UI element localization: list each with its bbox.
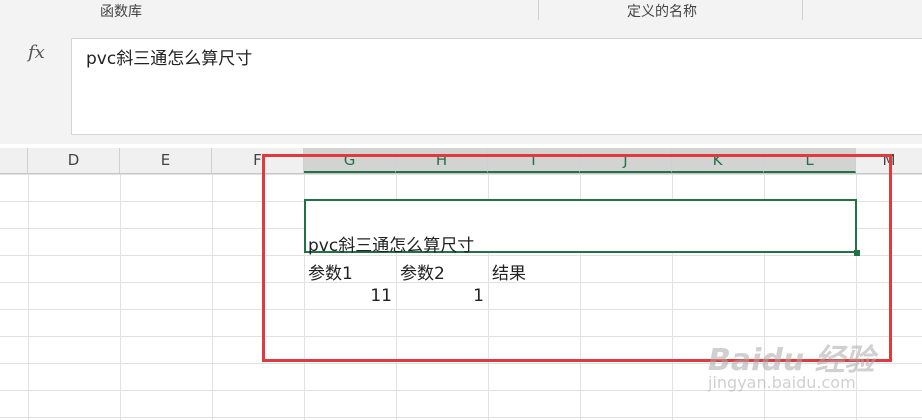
watermark-url: jingyan.baidu.com (708, 373, 856, 392)
formula-bar-value: pvc斜三通怎么算尺寸 (86, 49, 253, 69)
ribbon-separator (538, 0, 539, 20)
ribbon-group-labels: 函数库 定义的名称 (0, 0, 922, 27)
insert-function-button[interactable]: fx (0, 38, 68, 72)
column-header-d[interactable]: D (28, 148, 120, 173)
ribbon-group-defined-names: 定义的名称 (627, 4, 697, 20)
ribbon-group-function-library: 函数库 (100, 4, 142, 20)
fx-icon: fx (28, 42, 45, 63)
baidu-watermark: Baidu 经验 jingyan.baidu.com (708, 325, 908, 405)
column-header-e[interactable]: E (120, 148, 212, 173)
formula-bar-input[interactable]: pvc斜三通怎么算尺寸 (71, 38, 922, 135)
row-header-corner[interactable] (0, 148, 28, 173)
ribbon-separator (802, 0, 803, 20)
